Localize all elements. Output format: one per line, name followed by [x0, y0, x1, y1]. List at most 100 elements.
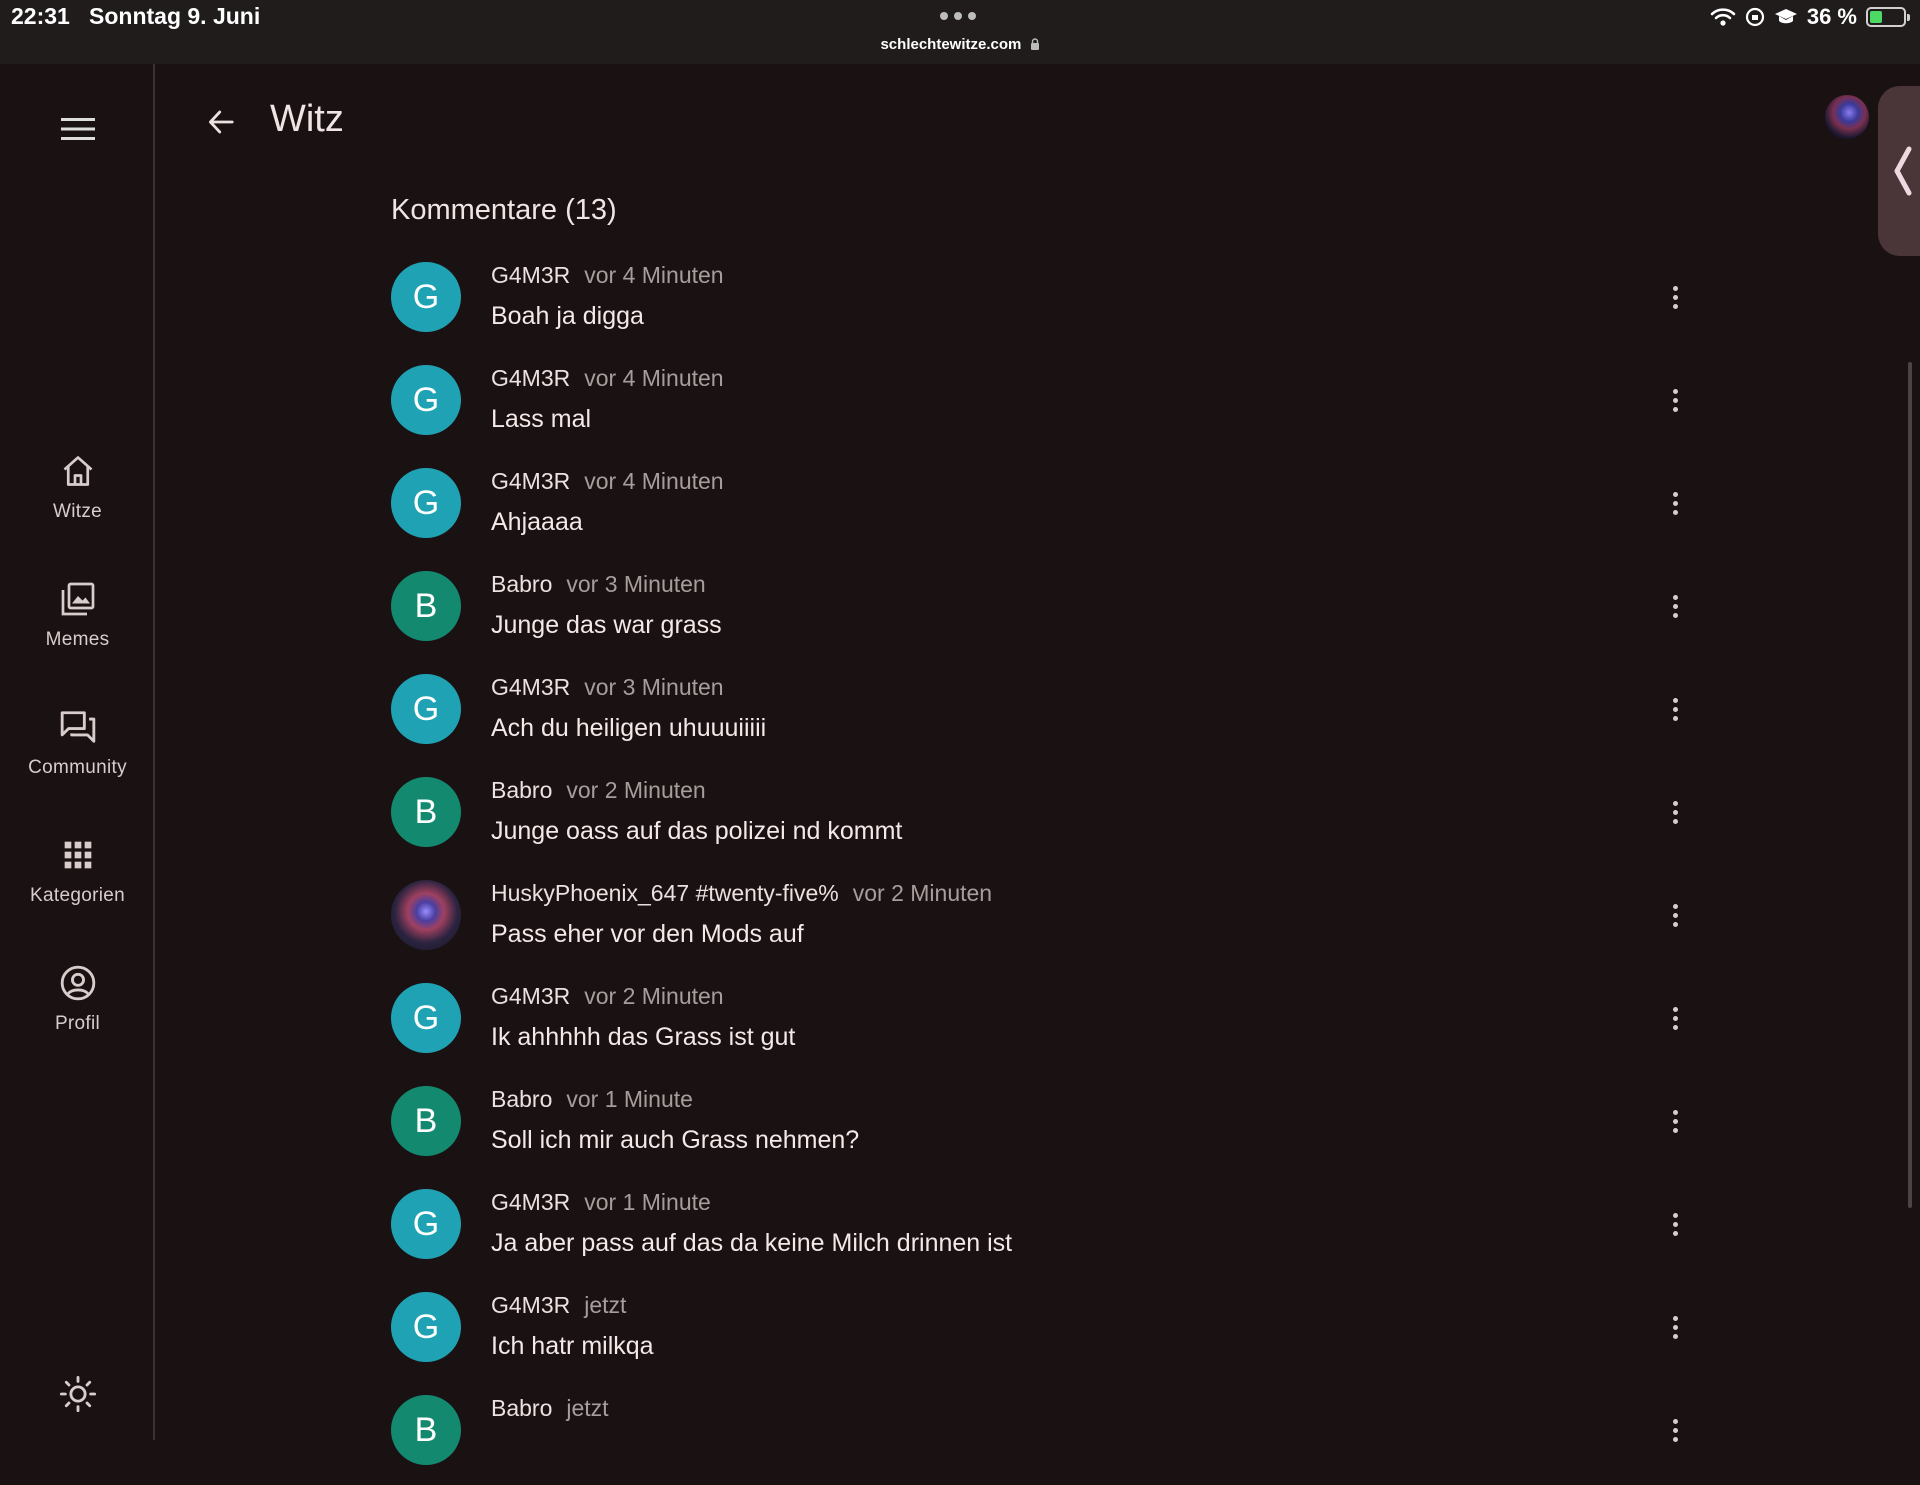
more-options-icon[interactable]	[1657, 378, 1693, 422]
comment-avatar[interactable]: G	[391, 262, 461, 332]
more-options-icon[interactable]	[1657, 584, 1693, 628]
comment-item: B Babro vor 2 Minuten Junge oass auf das po…	[391, 777, 1691, 867]
wifi-icon	[1710, 8, 1736, 26]
comment-timestamp: vor 3 Minuten	[584, 674, 724, 700]
comment-avatar[interactable]	[391, 880, 461, 950]
comment-author[interactable]: G4M3R	[491, 1292, 570, 1318]
comment-author[interactable]: G4M3R	[491, 674, 570, 700]
more-options-icon[interactable]	[1657, 687, 1693, 731]
more-options-icon[interactable]	[1657, 1408, 1693, 1452]
comment-avatar[interactable]: B	[391, 1395, 461, 1465]
comment-avatar[interactable]: B	[391, 1086, 461, 1156]
comment-header: G4M3R vor 4 Minuten	[491, 262, 724, 289]
comment-avatar[interactable]: G	[391, 1189, 461, 1259]
more-options-icon[interactable]	[1657, 790, 1693, 834]
comment-author[interactable]: G4M3R	[491, 468, 570, 494]
url-label: schlechtewitze.com	[0, 36, 1920, 53]
comment-header: G4M3R vor 3 Minuten	[491, 674, 724, 701]
comment-text: Junge das war grass	[491, 611, 722, 639]
comment-header: Babro vor 1 Minute	[491, 1086, 693, 1113]
account-circle-icon	[58, 963, 98, 1003]
more-options-icon[interactable]	[1657, 1099, 1693, 1143]
status-date: Sonntag 9. Juni	[89, 3, 261, 29]
comment-header: G4M3R vor 4 Minuten	[491, 468, 724, 495]
side-panel-toggle[interactable]	[1878, 86, 1920, 256]
comment-header: G4M3R vor 1 Minute	[491, 1189, 711, 1216]
comment-text: Ik ahhhhh das Grass ist gut	[491, 1023, 796, 1051]
comment-item: G G4M3R vor 3 Minuten Ach du heiligen uhuuu…	[391, 674, 1691, 764]
comment-timestamp: vor 1 Minute	[566, 1086, 693, 1112]
comment-timestamp: vor 2 Minuten	[584, 983, 724, 1009]
chevron-left-icon	[1894, 146, 1912, 196]
comment-author[interactable]: G4M3R	[491, 1189, 570, 1215]
url-text: schlechtewitze.com	[880, 36, 1022, 53]
sidebar-item-label: Profil	[54, 1013, 101, 1034]
comment-text: Ach du heiligen uhuuuiiiii	[491, 714, 767, 742]
comment-timestamp: vor 2 Minuten	[566, 777, 706, 803]
more-options-icon[interactable]	[1657, 1202, 1693, 1246]
comment-timestamp: jetzt	[566, 1395, 609, 1421]
user-avatar[interactable]	[1825, 95, 1869, 139]
graduation-cap-icon	[1774, 9, 1797, 24]
comment-avatar[interactable]: G	[391, 365, 461, 435]
back-button[interactable]	[200, 101, 242, 143]
comment-text: Soll ich mir auch Grass nehmen?	[491, 1126, 860, 1154]
comment-author[interactable]: Babro	[491, 777, 552, 803]
comment-author[interactable]: HuskyPhoenix_647 #twenty-five%	[491, 880, 839, 906]
comment-author[interactable]: G4M3R	[491, 983, 570, 1009]
comment-avatar[interactable]: B	[391, 571, 461, 641]
comment-header: Babro vor 3 Minuten	[491, 571, 706, 598]
comment-text: Pass eher vor den Mods auf	[491, 920, 804, 948]
status-indicators: 36 %	[1710, 4, 1910, 30]
comment-item: G G4M3R vor 4 Minuten Ahjaaaa	[391, 468, 1691, 558]
comment-timestamp: jetzt	[584, 1292, 627, 1318]
sidebar-item-memes[interactable]: Memes	[0, 579, 155, 689]
multitasking-dots-icon[interactable]	[940, 12, 976, 20]
comment-author[interactable]: Babro	[491, 571, 552, 597]
sun-icon[interactable]	[58, 1374, 98, 1414]
more-options-icon[interactable]	[1657, 275, 1693, 319]
sidebar-item-witze[interactable]: Witze	[0, 451, 155, 561]
more-options-icon[interactable]	[1657, 893, 1693, 937]
comment-author[interactable]: G4M3R	[491, 365, 570, 391]
lock-icon	[1030, 38, 1039, 50]
comments-heading: Kommentare (13)	[391, 194, 617, 226]
comment-avatar[interactable]: G	[391, 468, 461, 538]
status-time: 22:31	[11, 3, 70, 29]
more-options-icon[interactable]	[1657, 996, 1693, 1040]
comment-avatar[interactable]: G	[391, 983, 461, 1053]
comment-avatar[interactable]: G	[391, 674, 461, 744]
sidebar-item-label: Community	[28, 757, 127, 778]
comment-text: Ahjaaaa	[491, 508, 583, 536]
arrow-left-icon	[209, 110, 234, 134]
sidebar-item-label: Kategorien	[30, 885, 125, 906]
more-options-icon[interactable]	[1657, 1305, 1693, 1349]
comment-text: Boah ja digga	[491, 302, 644, 330]
comment-text: Ja aber pass auf das da keine Milch drin…	[491, 1229, 1013, 1257]
comment-timestamp: vor 2 Minuten	[852, 880, 993, 906]
page-title: Witz	[270, 98, 344, 140]
comment-timestamp: vor 4 Minuten	[584, 365, 724, 391]
comment-author[interactable]: Babro	[491, 1086, 552, 1112]
comment-avatar[interactable]: B	[391, 777, 461, 847]
image-gallery-icon	[58, 579, 98, 619]
comment-timestamp: vor 1 Minute	[584, 1189, 711, 1215]
more-options-icon[interactable]	[1657, 481, 1693, 525]
comment-avatar[interactable]: G	[391, 1292, 461, 1362]
grid-icon	[58, 835, 98, 875]
comment-text: Ich hatr milkqa	[491, 1332, 654, 1360]
comment-author[interactable]: Babro	[491, 1395, 552, 1421]
scrollbar[interactable]	[1908, 362, 1912, 1208]
comment-text: Lass mal	[491, 405, 592, 433]
comment-item: B Babro jetzt	[391, 1395, 1691, 1485]
hamburger-menu-icon[interactable]	[58, 109, 98, 149]
sidebar-item-kategorien[interactable]: Kategorien	[0, 835, 155, 945]
sidebar-item-label: Witze	[53, 501, 102, 522]
sidebar: Witze Memes Community Kategorien Profil	[0, 64, 155, 1440]
comment-author[interactable]: G4M3R	[491, 262, 570, 288]
sidebar-item-label: Memes	[45, 629, 110, 650]
sidebar-item-community[interactable]: Community	[0, 707, 155, 817]
sidebar-item-profil[interactable]: Profil	[0, 963, 155, 1073]
comment-header: G4M3R jetzt	[491, 1292, 626, 1319]
comment-item: B Babro vor 3 Minuten Junge das war grass	[391, 571, 1691, 661]
